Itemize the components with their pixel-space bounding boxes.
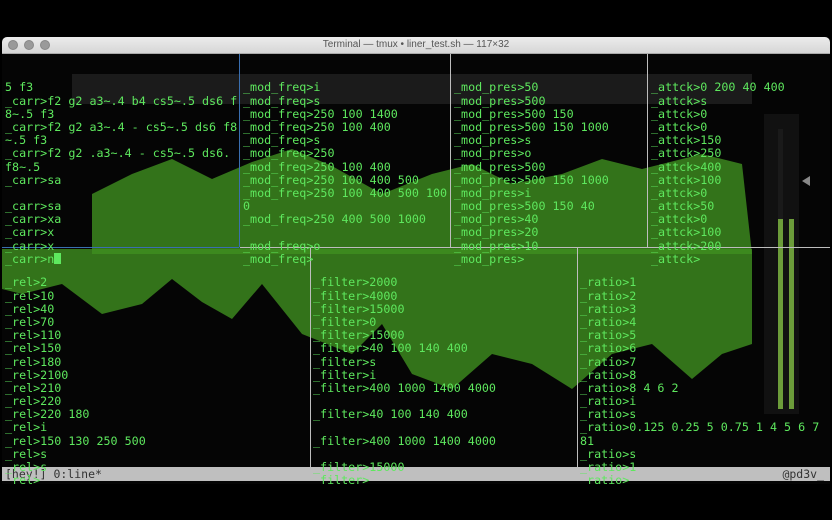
terminal-line: _carr>f2 g2 a3~.4 b4 cs5~.5 ds6 f xyxy=(5,93,238,108)
terminal-line: _rel>i xyxy=(5,420,48,435)
terminal-line: _attck>400 xyxy=(651,159,722,174)
terminal-line: _mod_freq>250 100 1400 xyxy=(243,106,398,121)
terminal-line: _ratio>8 xyxy=(580,367,637,382)
terminal-line: _rel>s xyxy=(5,446,48,461)
terminal-line: _ratio>7 xyxy=(580,354,637,369)
terminal-line: _filter>15000 xyxy=(313,301,405,316)
terminal-line: _rel>220 180 xyxy=(5,407,90,422)
terminal-line: _mod_freq>250 400 500 1000 xyxy=(243,212,426,227)
terminal-line: _mod_freq>s xyxy=(243,93,321,108)
terminal-line: _attck>0 xyxy=(651,106,708,121)
terminal-line: _rel>2100 xyxy=(5,367,69,382)
terminal-line: _carr>sa xyxy=(5,172,62,187)
terminal-line: 81 xyxy=(580,433,595,448)
terminal-line: _attck>0 200 40 400 xyxy=(651,80,785,95)
terminal-line: _carr>x xyxy=(5,225,55,240)
terminal-line: _filter>400 1000 1400 4000 xyxy=(313,380,496,395)
terminal-line: _rel> xyxy=(5,473,41,484)
terminal-line: _rel>2 xyxy=(5,275,48,290)
window-title: Terminal — tmux • liner_test.sh — 117×32 xyxy=(322,39,510,50)
terminal-line: _mod_freq>i xyxy=(243,80,321,95)
terminal-line: _mod_pres>o xyxy=(454,146,532,161)
terminal-line: _mod_freq>250 xyxy=(243,146,335,161)
terminal-line: f8~.5 xyxy=(5,159,41,174)
terminal-line: _mod_pres>500 150 1000 xyxy=(454,172,609,187)
terminal-window: Terminal — tmux • liner_test.sh — 117×32… xyxy=(2,37,830,484)
terminal-line: _rel>180 xyxy=(5,354,62,369)
terminal-line: _mod_freq>250 100 400 500 xyxy=(243,172,419,187)
terminal-line: _ratio>2 xyxy=(580,288,637,303)
terminal-line: _mod_freq>250 100 400 500 100 xyxy=(243,185,448,200)
terminal-line: _mod_pres>50 xyxy=(454,80,539,95)
terminal-line: _rel>150 130 250 500 xyxy=(5,433,146,448)
terminal-line: _rel>40 xyxy=(5,301,55,316)
terminal-line: _filter>s xyxy=(313,354,377,369)
terminal-line: _mod_pres>500 xyxy=(454,159,546,174)
terminal-line: _attck>100 xyxy=(651,172,722,187)
terminal-line: _ratio> xyxy=(580,473,630,484)
terminal-line: _ratio>3 xyxy=(580,301,637,316)
terminal-line: _filter>400 1000 1400 4000 xyxy=(313,433,496,448)
pane-divider[interactable] xyxy=(450,54,451,247)
terminal-line: _ratio>0.125 0.25 5 0.75 1 4 5 6 7 xyxy=(580,420,820,435)
terminal-line: 8~.5 f3 xyxy=(5,106,55,121)
pane-filter[interactable]: _filter>2000 _filter>4000 _filter>15000 _fi… xyxy=(313,250,576,484)
pane-rel[interactable]: _rel>2 _rel>10 _rel>40 _rel>70 _rel>110 _rel>… xyxy=(5,250,309,484)
terminal-line: _ratio>6 xyxy=(580,341,637,356)
terminal-line: _attck>s xyxy=(651,93,708,108)
terminal-line: _filter>40 100 140 400 xyxy=(313,407,468,422)
terminal-line: _mod_pres>500 xyxy=(454,93,546,108)
pane-ratio[interactable]: _ratio>1 _ratio>2 _ratio>3 _ratio>4 _ratio>5… xyxy=(580,250,830,484)
terminal-line: 5 f3 xyxy=(5,80,34,95)
terminal-line: _rel>s xyxy=(5,460,48,475)
terminal-line: _rel>150 xyxy=(5,341,62,356)
terminal-line: _ratio>1 xyxy=(580,275,637,290)
terminal-line: _filter> xyxy=(313,473,370,484)
terminal-line: _filter>2000 xyxy=(313,275,398,290)
pane-divider[interactable] xyxy=(647,54,648,247)
terminal-line: _rel>10 xyxy=(5,288,55,303)
terminal-line: _carr>f2 g2 .a3~.4 - cs5~.5 ds6. xyxy=(5,146,231,161)
terminal-line: _filter>40 100 140 400 xyxy=(313,341,468,356)
terminal-line: _mod_pres>20 xyxy=(454,225,539,240)
terminal-line: _filter>4000 xyxy=(313,288,398,303)
terminal-line: _mod_freq>250 100 400 xyxy=(243,159,391,174)
terminal-line: _mod_pres>500 150 xyxy=(454,106,574,121)
terminal-line: _filter>i xyxy=(313,367,377,382)
terminal-line: _attck>250 xyxy=(651,146,722,161)
terminal-line: _attck>100 xyxy=(651,225,722,240)
title-bar: Terminal — tmux • liner_test.sh — 117×32 xyxy=(2,37,830,54)
